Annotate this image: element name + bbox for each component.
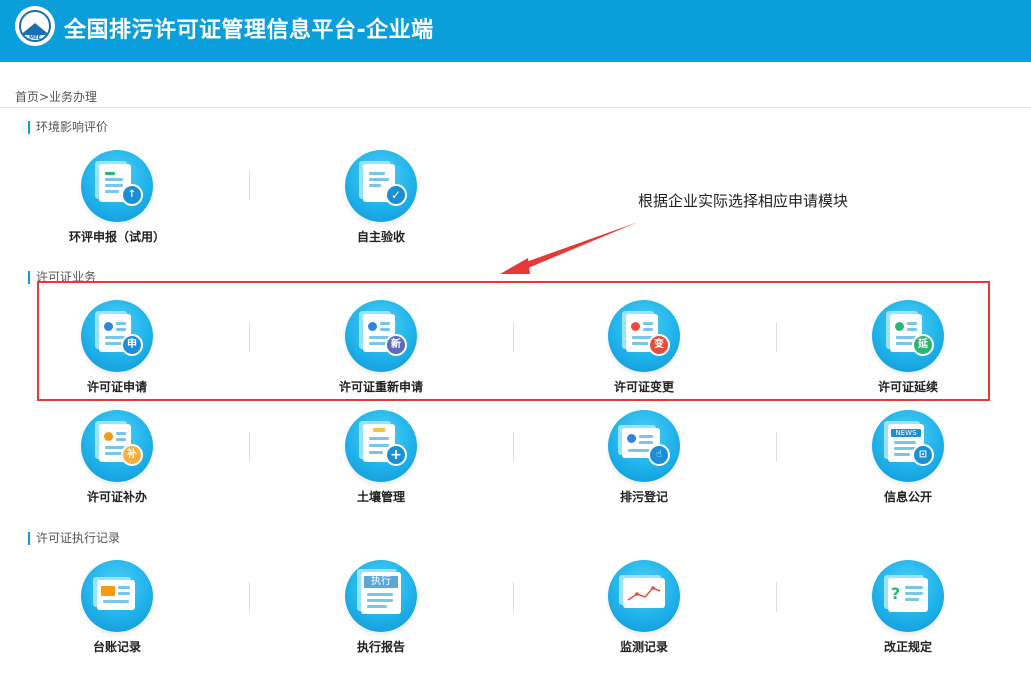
clipboard-icon: + [345,410,417,482]
tile-eia-report[interactable]: ↑ 环评申报（试用） [37,150,197,260]
tile-label: 环评申报（试用） [68,230,165,244]
section-title-execution: 许可证执行记录 [28,532,120,545]
badge: 补 [121,444,143,466]
mee-logo-icon: MEE [15,6,55,46]
app-header: MEE 全国排污许可证管理信息平台-企业端 [0,0,1031,62]
ledger-icon [81,560,153,632]
news-icon: NEWS ⊡ [872,410,944,482]
tile-label: 土壤管理 [356,490,405,504]
tile-soil-management[interactable]: + 土壤管理 [301,410,461,520]
badge: + [385,444,407,466]
question-mark: ? [891,584,901,603]
tile-permit-supplement[interactable]: 补 许可证补办 [37,410,197,520]
divider [776,432,777,462]
tile-label: 排污登记 [619,490,668,504]
checklist-icon: ✓ [345,150,417,222]
tile-label: 许可证补办 [86,490,147,504]
news-label: NEWS [891,429,921,437]
divider [249,582,250,612]
tile-label: 信息公开 [883,490,932,504]
annotation-text: 根据企业实际选择相应申请模块 [638,192,849,210]
tile-rectify[interactable]: ? 改正规定 [828,560,988,670]
tile-self-check[interactable]: ✓ 自主验收 [301,150,461,260]
tile-label: 台账记录 [92,640,141,654]
breadcrumb-divider [0,107,1031,108]
exec-badge: 执行 [364,576,398,588]
divider [513,582,514,612]
breadcrumb[interactable]: 首页>业务办理 [15,88,97,105]
tile-monitoring[interactable]: 监测记录 [564,560,724,670]
divider [249,432,250,462]
tile-exec-report[interactable]: 执行 执行报告 [301,560,461,670]
question-doc-icon: ? [872,560,944,632]
highlight-box [37,281,990,401]
tile-label: 自主验收 [356,230,405,244]
tile-pollution-register[interactable]: ☝ 排污登记 [564,410,724,520]
logo-text: MEE [29,35,41,41]
tile-label: 改正规定 [883,640,932,654]
certificate-icon: 补 [81,410,153,482]
id-card-icon: ☝ [608,410,680,482]
tile-label: 监测记录 [619,640,668,654]
exec-report-icon: 执行 [345,560,417,632]
app-title: 全国排污许可证管理信息平台-企业端 [64,18,434,43]
divider [249,170,250,200]
tile-label: 执行报告 [356,640,405,654]
upload-doc-icon: ↑ [81,150,153,222]
monitor-chart-icon [608,560,680,632]
section-title-eia: 环境影响评价 [28,121,108,134]
divider [776,582,777,612]
divider [513,432,514,462]
tile-ledger[interactable]: 台账记录 [37,560,197,670]
tile-info-disclosure[interactable]: NEWS ⊡ 信息公开 [828,410,988,520]
